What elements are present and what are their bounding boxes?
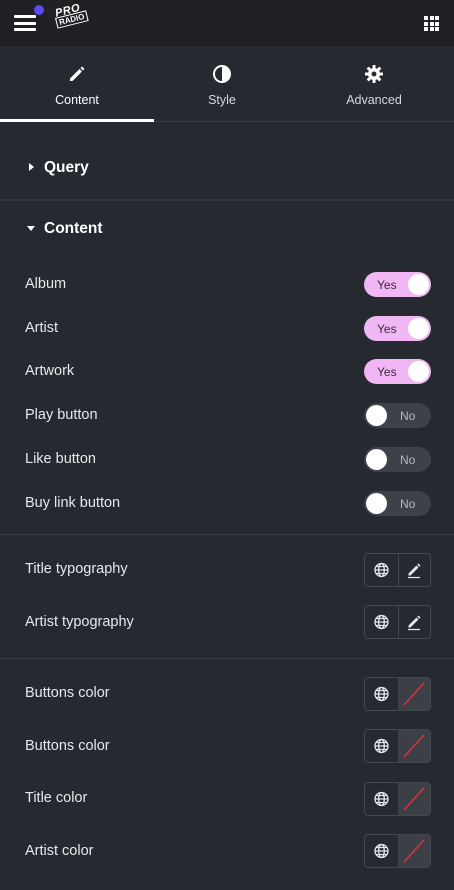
toggle-knob [408, 318, 429, 339]
global-colors-button[interactable] [365, 835, 399, 867]
buy-link-button-label: Buy link button [25, 495, 121, 511]
color-picker-swatch[interactable] [398, 678, 430, 710]
globe-icon [374, 562, 389, 578]
toggle-state-text: Yes [377, 365, 397, 379]
toggle-state-text: No [400, 409, 416, 423]
top-bar: PRO RADIO [0, 0, 454, 46]
pro-radio-logo: PRO RADIO [52, 2, 89, 36]
toggle-state-text: Yes [377, 322, 397, 336]
half-circle-icon [213, 65, 231, 83]
album-label: Album [25, 276, 67, 292]
toggle-state-text: No [400, 453, 416, 467]
title-color-label: Title color [25, 790, 88, 806]
play-button-label: Play button [25, 407, 98, 423]
no-color-swatch-icon [403, 734, 425, 758]
artist-color-label: Artist color [25, 843, 94, 859]
global-settings-button[interactable] [365, 606, 399, 638]
section-divider [0, 199, 454, 201]
color-picker-swatch[interactable] [398, 783, 430, 815]
group-divider [0, 534, 454, 535]
caret-right-icon [29, 163, 34, 171]
buy-link-button-toggle[interactable]: No [364, 491, 431, 516]
tab-advanced[interactable]: Advanced [298, 46, 450, 121]
notification-dot [34, 5, 44, 15]
edit-pencil-icon [408, 615, 421, 631]
artwork-label: Artwork [25, 363, 75, 379]
query-section-title: Query [44, 159, 89, 176]
globe-icon [374, 614, 389, 630]
globe-icon [374, 843, 389, 859]
hamburger-menu-icon[interactable] [14, 14, 36, 32]
globe-icon [374, 686, 389, 702]
query-section-header[interactable]: Query [0, 155, 454, 183]
edit-typography-button[interactable] [398, 606, 430, 638]
title-typography-controls [364, 553, 431, 587]
content-section-title: Content [44, 220, 103, 237]
toggle-knob [366, 405, 387, 426]
caret-down-icon [27, 226, 35, 231]
apps-grid-icon[interactable] [424, 16, 439, 31]
active-tab-indicator [0, 119, 154, 122]
artist-typography-label: Artist typography [25, 614, 134, 630]
global-colors-button[interactable] [365, 783, 399, 815]
no-color-swatch-icon [403, 682, 425, 706]
global-colors-button[interactable] [365, 730, 399, 762]
tab-content[interactable]: Content [0, 46, 154, 122]
global-settings-button[interactable] [365, 554, 399, 586]
like-button-label: Like button [25, 451, 96, 467]
group-divider [0, 658, 454, 659]
gear-icon [365, 65, 383, 83]
artist-label: Artist [25, 320, 59, 336]
globe-icon [374, 738, 389, 754]
toggle-knob [408, 274, 429, 295]
globe-icon [374, 791, 389, 807]
buttons-color-controls [364, 729, 431, 763]
like-button-toggle[interactable]: No [364, 447, 431, 472]
color-picker-swatch[interactable] [398, 730, 430, 762]
play-button-toggle[interactable]: No [364, 403, 431, 428]
edit-pencil-icon [408, 563, 421, 579]
no-color-swatch-icon [403, 839, 425, 863]
global-colors-button[interactable] [365, 678, 399, 710]
artist-toggle[interactable]: Yes [364, 316, 431, 341]
toggle-knob [366, 493, 387, 514]
edit-typography-button[interactable] [398, 554, 430, 586]
title-color-controls [364, 782, 431, 816]
buttons-color-label: Buttons color [25, 685, 110, 701]
tab-content-label: Content [55, 93, 99, 107]
toggle-knob [366, 449, 387, 470]
toggle-state-text: Yes [377, 278, 397, 292]
tab-style-label: Style [208, 93, 236, 107]
album-toggle[interactable]: Yes [364, 272, 431, 297]
artwork-toggle[interactable]: Yes [364, 359, 431, 384]
buttons-color-label: Buttons color [25, 738, 110, 754]
artist-color-controls [364, 834, 431, 868]
color-picker-swatch[interactable] [398, 835, 430, 867]
content-section-header[interactable]: Content [0, 216, 454, 244]
title-typography-label: Title typography [25, 561, 128, 577]
tab-style[interactable]: Style [146, 46, 298, 121]
panel-tabs: Content Style Advanced [0, 46, 454, 122]
toggle-state-text: No [400, 497, 416, 511]
tab-advanced-label: Advanced [346, 93, 402, 107]
toggle-knob [408, 361, 429, 382]
no-color-swatch-icon [403, 787, 425, 811]
buttons-color-controls [364, 677, 431, 711]
artist-typography-controls [364, 605, 431, 639]
pencil-icon [70, 66, 85, 81]
